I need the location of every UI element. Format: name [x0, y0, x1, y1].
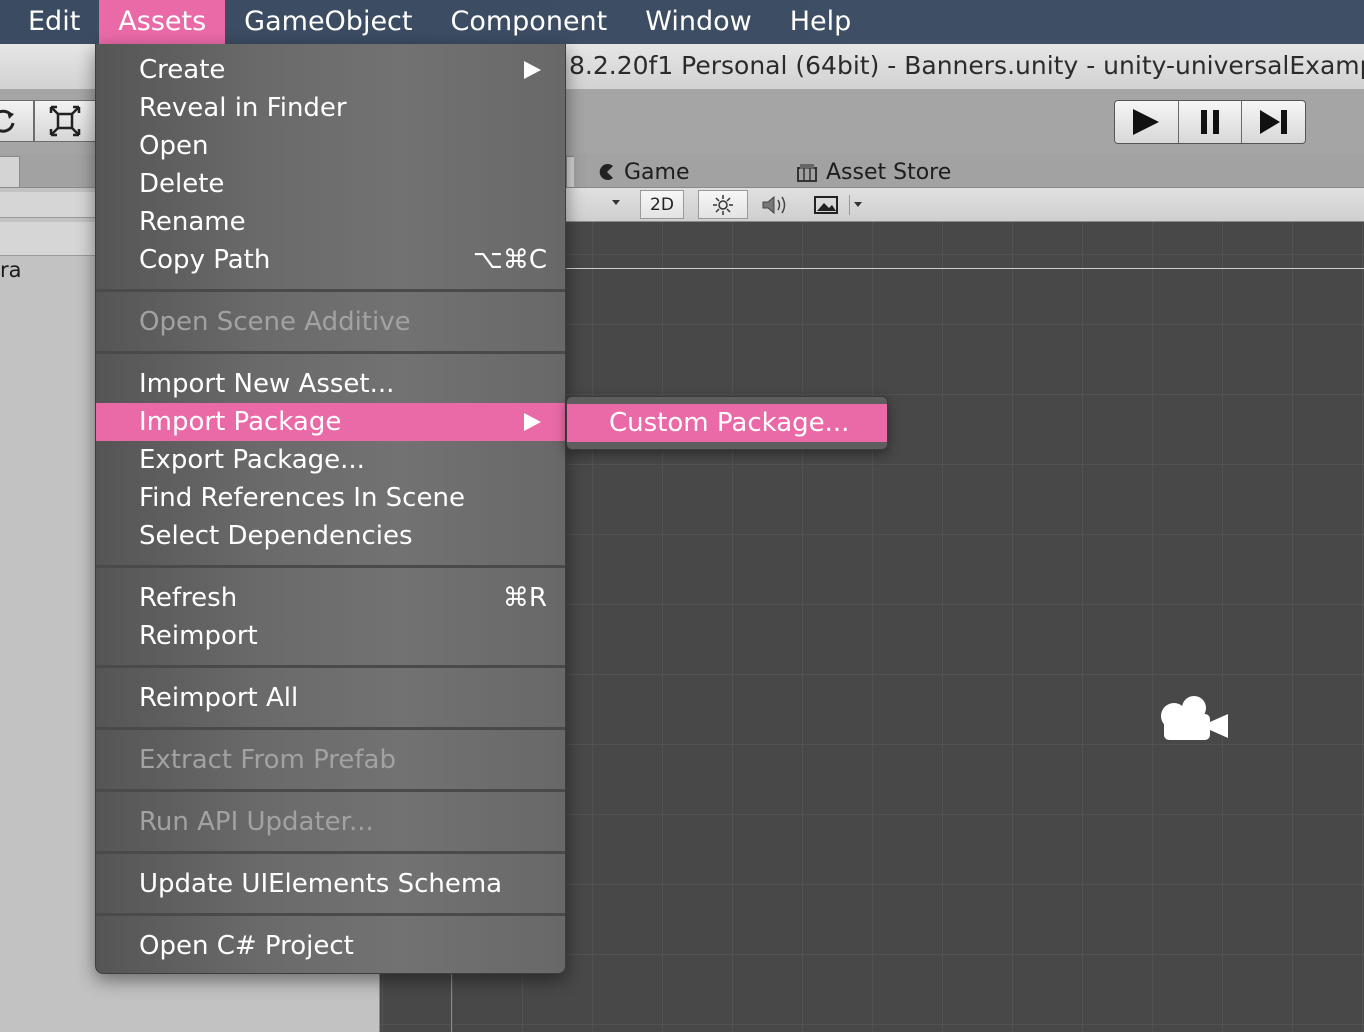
menu-separator [96, 913, 565, 916]
pause-icon [1201, 110, 1219, 134]
rect-tool-icon [49, 105, 81, 137]
hierarchy-toolbar-row [0, 192, 100, 218]
menu-component[interactable]: Component [432, 0, 627, 44]
rect-tool-button[interactable] [34, 100, 96, 142]
asset-store-icon [797, 164, 817, 182]
tab-game-label: Game [624, 159, 690, 185]
menu-item-find-references[interactable]: Find References In Scene [96, 479, 565, 517]
effects-toggle-button[interactable] [802, 190, 872, 219]
menu-item-open[interactable]: Open [96, 127, 565, 165]
menu-separator [96, 789, 565, 792]
menu-item-reveal-in-finder[interactable]: Reveal in Finder [96, 89, 565, 127]
rotate-tool-button[interactable] [0, 100, 34, 142]
game-icon [599, 164, 613, 180]
menu-item-refresh[interactable]: Refresh ⌘R [96, 579, 565, 617]
menu-item-run-api-updater: Run API Updater... [139, 807, 374, 837]
submenu-arrow-icon [524, 413, 541, 431]
menu-item-refresh-label: Refresh [139, 583, 238, 613]
sun-icon [713, 194, 733, 215]
canvas-outline-top [566, 268, 1364, 269]
menu-item-reimport-all[interactable]: Reimport All [96, 679, 565, 717]
menu-help[interactable]: Help [771, 0, 871, 44]
menu-separator [96, 851, 565, 854]
audio-toggle-button[interactable] [750, 190, 800, 219]
assets-dropdown-menu: Create Reveal in Finder Open Delete Rena… [95, 44, 566, 974]
submenu-arrow-icon [524, 61, 541, 79]
tab-asset-store-label: Asset Store [826, 159, 952, 185]
menu-item-create-label: Create [139, 55, 226, 85]
play-button[interactable] [1115, 101, 1179, 143]
menu-edit[interactable]: Edit [0, 0, 99, 44]
menu-item-select-dependencies[interactable]: Select Dependencies [96, 517, 565, 555]
image-icon [813, 195, 838, 214]
import-package-submenu: Custom Package... [566, 396, 888, 450]
menu-separator [96, 289, 565, 292]
menu-item-open-csharp-project[interactable]: Open C# Project [96, 927, 565, 965]
left-panel-tab[interactable] [0, 156, 20, 188]
menu-item-rename[interactable]: Rename [96, 203, 565, 241]
copy-path-shortcut: ⌥⌘C [472, 245, 547, 275]
lighting-toggle-button[interactable] [698, 190, 748, 219]
tab-asset-store[interactable]: Asset Store [796, 156, 951, 188]
menu-item-update-uielements-schema[interactable]: Update UIElements Schema [96, 865, 565, 903]
hierarchy-search-row[interactable] [0, 222, 100, 256]
step-icon [1259, 110, 1287, 134]
menu-item-delete[interactable]: Delete [96, 165, 565, 203]
menu-item-import-package[interactable]: Import Package [96, 403, 565, 441]
menu-item-extract-from-prefab: Extract From Prefab [139, 745, 396, 775]
hierarchy-item-label[interactable]: ra [0, 258, 22, 282]
camera-gizmo-icon[interactable] [1154, 688, 1234, 748]
pause-button[interactable] [1178, 101, 1243, 143]
menu-separator [96, 351, 565, 354]
tab-game[interactable]: Game [598, 156, 690, 188]
menu-item-export-package[interactable]: Export Package... [96, 441, 565, 479]
toggle-2d-button[interactable]: 2D [640, 190, 684, 219]
menu-gameobject[interactable]: GameObject [225, 0, 431, 44]
mac-menu-bar: Edit Assets GameObject Component Window … [0, 0, 1364, 44]
playback-controls [1114, 100, 1306, 144]
menu-item-open-scene-additive: Open Scene Additive [139, 307, 411, 337]
refresh-shortcut: ⌘R [502, 583, 547, 613]
shading-dropdown-arrow[interactable] [612, 200, 620, 205]
step-button[interactable] [1242, 101, 1305, 143]
menu-separator [96, 665, 565, 668]
rotate-tool-icon [0, 109, 15, 133]
effects-divider [848, 194, 850, 215]
menu-item-copy-path-label: Copy Path [139, 245, 271, 275]
scene-tab-edge[interactable] [566, 156, 574, 188]
menu-separator [96, 727, 565, 730]
menu-item-import-package-label: Import Package [139, 407, 342, 437]
menu-item-import-new-asset[interactable]: Import New Asset... [96, 365, 565, 403]
menu-separator [96, 565, 565, 568]
effects-dropdown-arrow[interactable] [853, 202, 862, 207]
window-title: 8.2.20f1 Personal (64bit) - Banners.unit… [569, 51, 1364, 80]
menu-item-reimport[interactable]: Reimport [96, 617, 565, 655]
speaker-icon [762, 195, 786, 214]
menu-assets[interactable]: Assets [99, 0, 226, 44]
menu-item-copy-path[interactable]: Copy Path ⌥⌘C [96, 241, 565, 279]
play-icon [1133, 109, 1160, 135]
menu-item-custom-package[interactable]: Custom Package... [567, 404, 887, 442]
menu-window[interactable]: Window [626, 0, 770, 44]
menu-item-create[interactable]: Create [96, 51, 565, 89]
